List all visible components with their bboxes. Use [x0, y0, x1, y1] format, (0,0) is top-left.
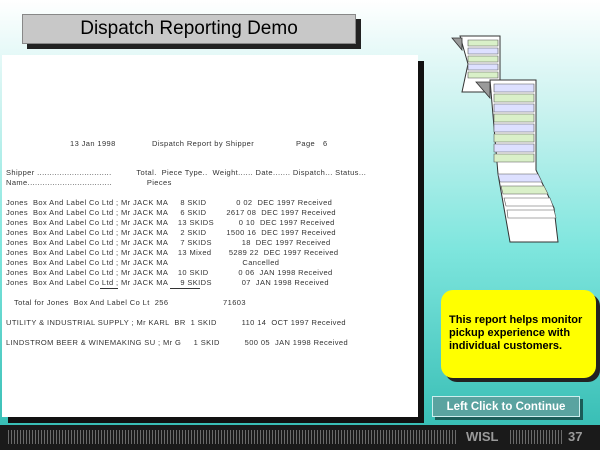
barcode-decoration — [8, 430, 458, 444]
footer-label: WISL — [466, 429, 499, 444]
report-date: 13 Jan 1998 — [70, 139, 116, 148]
report-row: Jones Box And Label Co Ltd ; Mr JACK MA … — [6, 208, 336, 217]
barcode-decoration — [510, 430, 562, 444]
report-total-line: Total for Jones Box And Label Co Lt 256 … — [14, 298, 246, 307]
report-page-value: 6 — [323, 139, 328, 148]
slide-title: Dispatch Reporting Demo — [22, 14, 356, 44]
report-row: Jones Box And Label Co Ltd ; Mr JACK MA … — [6, 268, 333, 277]
report-page-label: Page — [296, 139, 316, 148]
report-row: Jones Box And Label Co Ltd ; Mr JACK MA … — [6, 218, 335, 227]
subtotal-rule — [100, 288, 118, 289]
callout-text: This report helps monitor pickup experie… — [449, 314, 583, 352]
report-row: Jones Box And Label Co Ltd ; Mr JACK MA … — [6, 248, 339, 257]
report-row: Jones Box And Label Co Ltd ; Mr JACK MA … — [6, 228, 336, 237]
subtotal-rule — [170, 288, 200, 289]
callout-note: This report helps monitor pickup experie… — [441, 290, 596, 378]
report-header-line-1: Shipper .............................. T… — [6, 168, 367, 177]
report-pages-icon — [475, 79, 559, 243]
report-row: LINDSTROM BEER & WINEMAKING SU ; Mr G 1 … — [6, 338, 349, 347]
report-row: Jones Box And Label Co Ltd ; Mr JACK MA … — [6, 238, 331, 247]
continue-button[interactable]: Left Click to Continue — [432, 396, 580, 417]
report-page: 13 Jan 1998 Dispatch Report by Shipper P… — [2, 55, 418, 417]
report-row: Jones Box And Label Co Ltd ; Mr JACK MA … — [6, 258, 280, 267]
footer-bar: WISL 37 — [0, 425, 600, 450]
report-row: Jones Box And Label Co Ltd ; Mr JACK MA … — [6, 198, 333, 207]
page-number: 37 — [568, 429, 583, 444]
report-row: UTILITY & INDUSTRIAL SUPPLY ; Mr KARL BR… — [6, 318, 346, 327]
report-header-line-2: Name.................................. P… — [6, 178, 172, 187]
report-title: Dispatch Report by Shipper — [152, 139, 255, 148]
report-row: Jones Box And Label Co Ltd ; Mr JACK MA … — [6, 278, 329, 287]
